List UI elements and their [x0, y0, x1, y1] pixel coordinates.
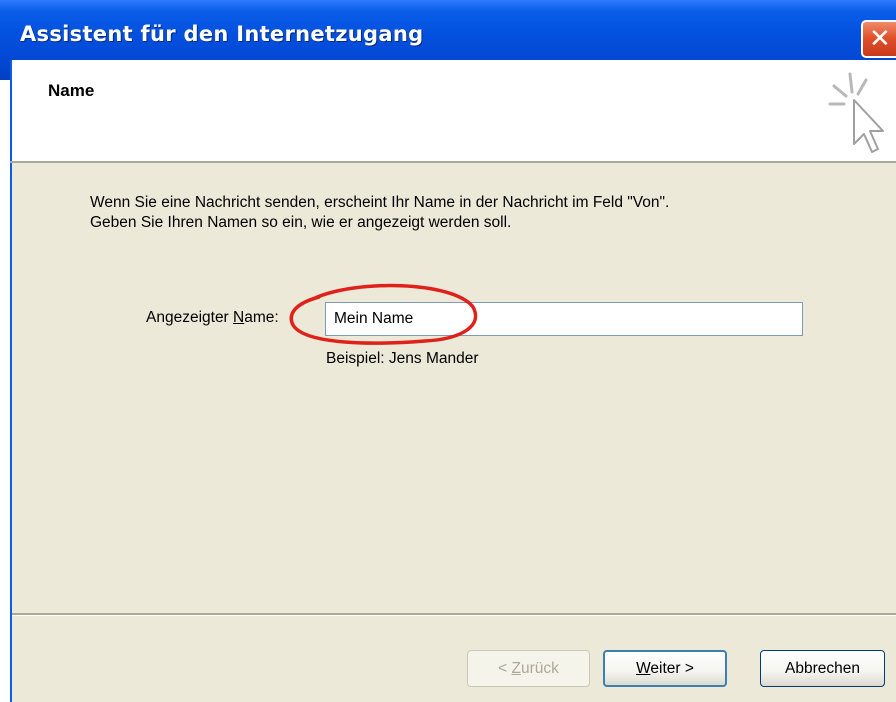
- display-name-label: Angezeigter Name:: [146, 309, 279, 327]
- display-name-input[interactable]: [325, 302, 803, 336]
- label-prefix: Angezeigter: [146, 309, 234, 326]
- wizard-window: Assistent für den Internetzugang ✕ Name …: [0, 0, 896, 702]
- window-title: Assistent für den Internetzugang: [20, 22, 424, 46]
- label-accelerator: N: [233, 309, 245, 326]
- description-line: Wenn Sie eine Nachricht senden, erschein…: [90, 194, 670, 211]
- description-line: Geben Sie Ihren Namen so ein, wie er ang…: [90, 214, 512, 231]
- description-text: Wenn Sie eine Nachricht senden, erschein…: [90, 193, 870, 233]
- example-hint: Beispiel: Jens Mander: [326, 350, 479, 367]
- back-suffix: urück: [520, 660, 559, 677]
- close-button[interactable]: ✕: [861, 20, 896, 58]
- next-button[interactable]: Weiter >: [603, 650, 727, 687]
- back-prefix: <: [498, 660, 512, 677]
- next-accelerator: W: [636, 660, 651, 677]
- close-icon: ✕: [869, 24, 891, 54]
- cancel-button[interactable]: Abbrechen: [760, 650, 885, 687]
- footer-divider: [12, 613, 896, 616]
- next-suffix: eiter >: [650, 660, 694, 677]
- back-button[interactable]: < Zurück: [467, 650, 590, 687]
- wizard-header: Name: [10, 60, 896, 161]
- page-title: Name: [48, 81, 95, 100]
- wizard-cursor-icon: [828, 72, 884, 153]
- label-suffix: ame:: [244, 309, 279, 326]
- back-accelerator: Z: [511, 660, 521, 677]
- wizard-body: Wenn Sie eine Nachricht senden, erschein…: [10, 163, 896, 702]
